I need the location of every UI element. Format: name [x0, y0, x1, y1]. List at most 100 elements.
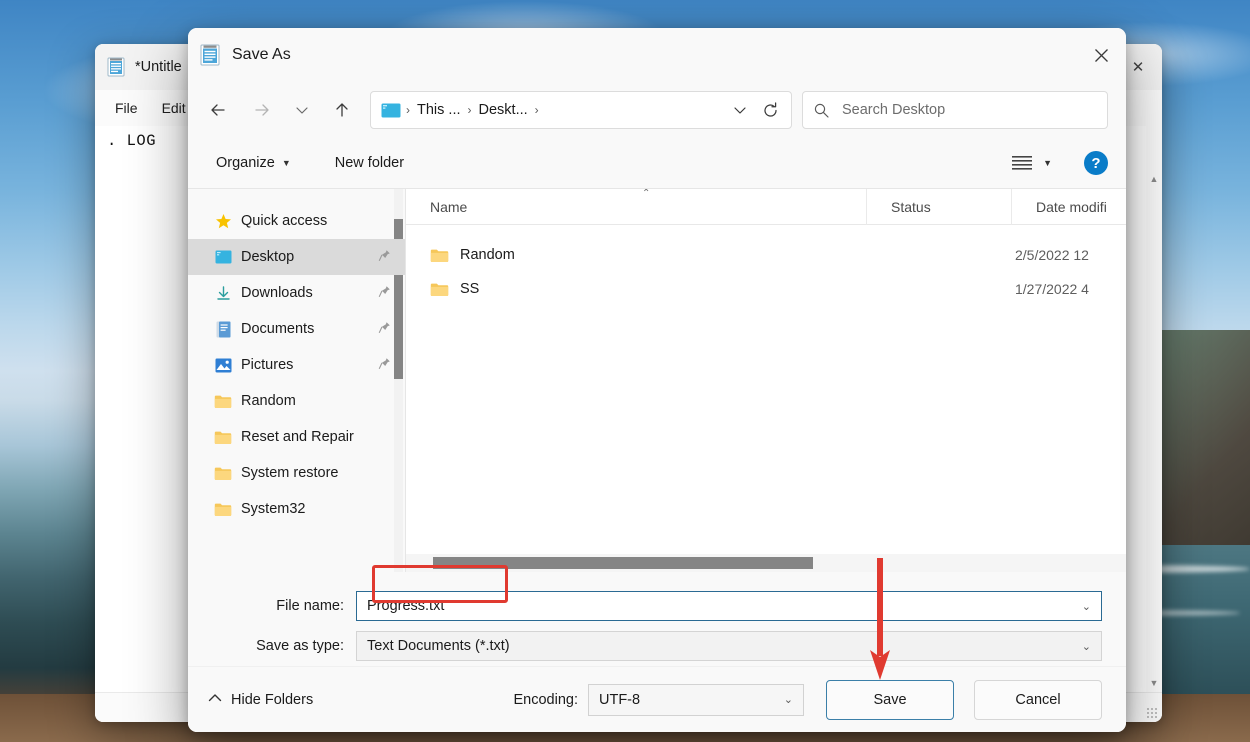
- address-bar[interactable]: › This ... › Deskt... ›: [370, 91, 792, 129]
- column-header-row: Name Status Date modifi ⌃: [406, 189, 1126, 225]
- refresh-icon[interactable]: [755, 95, 785, 125]
- navigation-sidebar[interactable]: Quick access Desktop Downloads: [188, 189, 406, 572]
- column-header-name[interactable]: Name: [406, 189, 866, 225]
- notepad-menu-file[interactable]: File: [105, 96, 148, 120]
- cancel-button[interactable]: Cancel: [974, 680, 1102, 720]
- hide-folders-button[interactable]: Hide Folders: [208, 692, 313, 708]
- folder-icon: [214, 392, 232, 410]
- column-header-date-modified[interactable]: Date modifi: [1011, 189, 1126, 225]
- file-name-row: File name: Progress.txt ⌄: [188, 586, 1126, 626]
- file-name-field[interactable]: Progress.txt ⌄: [356, 591, 1102, 621]
- navigation-row: › This ... › Deskt... › Search Desktop: [188, 82, 1126, 138]
- file-name-cell: Random: [460, 247, 885, 263]
- hide-folders-label: Hide Folders: [231, 692, 313, 708]
- sidebar-item-downloads[interactable]: Downloads: [188, 275, 405, 311]
- dialog-title: Save As: [232, 46, 291, 64]
- sidebar-item-label: Random: [241, 393, 296, 409]
- file-list-pane[interactable]: Name Status Date modifi ⌃ Random 2/5/202…: [406, 189, 1126, 572]
- scroll-down-icon[interactable]: ▼: [1146, 674, 1162, 692]
- search-placeholder: Search Desktop: [842, 102, 945, 118]
- save-as-type-value: Text Documents (*.txt): [367, 638, 510, 654]
- column-header-name-label: Name: [430, 199, 467, 215]
- dialog-titlebar[interactable]: Save As: [188, 28, 1126, 82]
- sidebar-item-documents[interactable]: Documents: [188, 311, 405, 347]
- sidebar-item-label: System32: [241, 501, 305, 517]
- chevron-down-icon[interactable]: ⌄: [784, 693, 793, 706]
- notepad-icon: [200, 44, 220, 66]
- scroll-up-icon[interactable]: ▲: [1146, 170, 1162, 188]
- resize-grip-icon[interactable]: [1146, 707, 1158, 719]
- star-icon: [214, 212, 232, 230]
- back-button[interactable]: [196, 93, 240, 127]
- folder-icon: [214, 428, 232, 446]
- sidebar-item-reset-and-repair[interactable]: Reset and Repair: [188, 419, 405, 455]
- chevron-down-icon: ▼: [282, 158, 291, 168]
- up-one-level-button[interactable]: [320, 93, 364, 127]
- save-as-type-label: Save as type:: [188, 638, 356, 654]
- forward-button[interactable]: [240, 93, 284, 127]
- help-button[interactable]: ?: [1084, 151, 1108, 175]
- sidebar-item-random[interactable]: Random: [188, 383, 405, 419]
- notepad-icon: [107, 57, 125, 77]
- desktop-icon: [214, 248, 232, 266]
- pin-icon[interactable]: [378, 249, 391, 265]
- file-name-label: File name:: [188, 598, 356, 614]
- pin-icon[interactable]: [378, 285, 391, 301]
- horizontal-scrollbar-thumb[interactable]: [433, 557, 813, 569]
- list-view-icon: [1011, 154, 1033, 172]
- sidebar-item-system32[interactable]: System32: [188, 491, 405, 527]
- organize-button[interactable]: Organize ▼: [206, 149, 301, 177]
- search-input[interactable]: Search Desktop: [802, 91, 1108, 129]
- save-button[interactable]: Save: [826, 680, 954, 720]
- close-icon[interactable]: [1076, 28, 1126, 82]
- chevron-down-icon[interactable]: ⌄: [1082, 640, 1091, 653]
- file-date-cell: 2/5/2022 12: [1015, 247, 1089, 263]
- file-date-cell: 1/27/2022 4: [1015, 281, 1089, 297]
- sidebar-item-system-restore[interactable]: System restore: [188, 455, 405, 491]
- column-header-status-label: Status: [891, 199, 931, 215]
- folder-icon: [430, 248, 449, 263]
- download-icon: [214, 284, 232, 302]
- sidebar-item-label: System restore: [241, 465, 339, 481]
- save-as-dialog[interactable]: Save As › This ... › Deskt... ›: [188, 28, 1126, 732]
- encoding-dropdown[interactable]: UTF-8 ⌄: [588, 684, 804, 716]
- table-row[interactable]: SS 1/27/2022 4: [406, 272, 1126, 306]
- breadcrumb-separator: ›: [534, 103, 540, 117]
- sidebar-item-label: Quick access: [241, 213, 327, 229]
- encoding-value: UTF-8: [599, 692, 640, 708]
- breadcrumb-this-pc[interactable]: This ...: [411, 99, 467, 121]
- view-options-button[interactable]: ▼: [1003, 148, 1060, 178]
- folder-icon: [214, 500, 232, 518]
- sidebar-item-pictures[interactable]: Pictures: [188, 347, 405, 383]
- documents-icon: [214, 320, 232, 338]
- file-name-value: Progress.txt: [367, 598, 444, 614]
- sort-ascending-icon: ⌃: [642, 189, 650, 199]
- this-pc-icon: [381, 103, 401, 118]
- chevron-down-icon: ▼: [1043, 158, 1052, 168]
- column-header-status[interactable]: Status: [866, 189, 1011, 225]
- sidebar-item-desktop[interactable]: Desktop: [188, 239, 405, 275]
- recent-locations-button[interactable]: [284, 93, 320, 127]
- column-header-date-label: Date modifi: [1036, 199, 1107, 215]
- search-icon: [813, 102, 830, 119]
- sidebar-item-label: Pictures: [241, 357, 293, 373]
- sidebar-item-quick-access[interactable]: Quick access: [188, 203, 405, 239]
- sidebar-item-label: Reset and Repair: [241, 429, 354, 445]
- dialog-footer: Hide Folders Encoding: UTF-8 ⌄ Save Canc…: [188, 666, 1126, 732]
- chevron-down-icon[interactable]: [725, 95, 755, 125]
- chevron-up-icon: [208, 693, 222, 706]
- pin-icon[interactable]: [378, 357, 391, 373]
- table-row[interactable]: Random 2/5/2022 12: [406, 238, 1126, 272]
- pin-icon[interactable]: [378, 321, 391, 337]
- save-as-type-field[interactable]: Text Documents (*.txt) ⌄: [356, 631, 1102, 661]
- horizontal-scrollbar-track[interactable]: [406, 554, 1126, 572]
- breadcrumb-desktop[interactable]: Deskt...: [473, 99, 534, 121]
- sidebar-item-label: Desktop: [241, 249, 294, 265]
- save-form: File name: Progress.txt ⌄ Save as type: …: [188, 572, 1126, 666]
- new-folder-button[interactable]: New folder: [325, 149, 414, 177]
- folder-icon: [214, 464, 232, 482]
- chevron-down-icon[interactable]: ⌄: [1082, 600, 1091, 613]
- dialog-content: Quick access Desktop Downloads: [188, 188, 1126, 572]
- notepad-vertical-scrollbar[interactable]: ▲ ▼: [1146, 126, 1162, 692]
- file-name-cell: SS: [460, 281, 885, 297]
